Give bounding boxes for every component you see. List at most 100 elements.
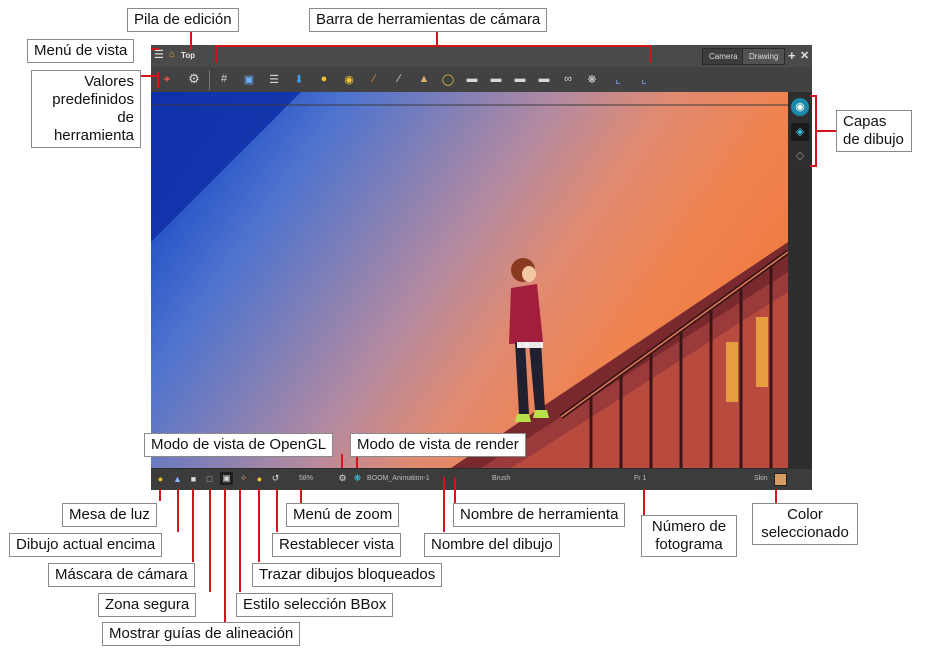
scene-artwork bbox=[151, 92, 788, 468]
leader-line bbox=[151, 48, 159, 50]
view-menu-icon[interactable]: ☰ bbox=[154, 49, 165, 61]
callout-opengl: Modo de vista de OpenGL bbox=[144, 433, 334, 457]
leader-line bbox=[443, 477, 445, 532]
gear-icon[interactable]: ⚙ bbox=[187, 71, 201, 86]
leader-line bbox=[215, 45, 217, 63]
tool-presets-icon[interactable]: ✦ bbox=[160, 72, 174, 86]
onion-icon[interactable]: ◯ bbox=[441, 72, 455, 86]
shape-1-icon[interactable]: ▬ bbox=[465, 72, 479, 86]
leader-line bbox=[300, 489, 302, 503]
callout-pila-edicion: Pila de edición bbox=[127, 8, 239, 32]
leader-line bbox=[224, 489, 226, 622]
field-icon[interactable]: ▣ bbox=[242, 72, 256, 86]
layers-icon[interactable]: ◈ bbox=[791, 123, 809, 141]
home-icon: ⌂ bbox=[169, 49, 176, 60]
drawing-canvas[interactable] bbox=[151, 92, 788, 468]
zoom-menu[interactable]: 58% bbox=[299, 475, 313, 482]
camera-view-window: ☰ ⌂ Top Camera Drawing + ✕ ✦ ⚙ # ▣ ☰ ⬇ ●… bbox=[151, 45, 812, 490]
leader-line bbox=[649, 45, 651, 63]
frame-number: Fr 1 bbox=[634, 475, 647, 482]
drawing-layers-bar: ◉ ◈ ◇ bbox=[788, 92, 812, 468]
ruler-icon[interactable]: ∕ bbox=[367, 72, 381, 86]
camera-mask-icon[interactable]: ■ bbox=[187, 472, 200, 485]
status-bar: ● ▲ ■ □ ▣ ✧ ● ↺ 58% ⚙ ❋ BOOM_Animation-1… bbox=[151, 468, 812, 490]
callout-menu-vista: Menú de vista bbox=[27, 39, 135, 63]
color-name: Skin bbox=[754, 475, 768, 482]
lock-all-icon[interactable]: ◉ bbox=[342, 72, 356, 86]
callout-numero-fotograma: Número de fotograma bbox=[641, 515, 737, 557]
eye-icon[interactable]: ◉ bbox=[791, 98, 809, 116]
corner-b-icon[interactable]: ⌞ bbox=[637, 72, 651, 86]
corner-a-icon[interactable]: ⌞ bbox=[611, 72, 625, 86]
leader-line bbox=[341, 454, 343, 468]
leader-line bbox=[239, 489, 241, 592]
shape-4-icon[interactable]: ▬ bbox=[537, 72, 551, 86]
grid-icon[interactable]: # bbox=[217, 72, 231, 86]
reset-view-icon[interactable]: ↺ bbox=[269, 472, 282, 485]
callout-nombre-herramienta: Nombre de herramienta bbox=[453, 503, 626, 527]
leader-line bbox=[209, 489, 211, 592]
camera-toolbar: ✦ ⚙ # ▣ ☰ ⬇ ● ◉ ∕ ∕ ▲ ◯ ▬ ▬ ▬ ▬ ∞ ❋ ⌞ ⌞ bbox=[151, 67, 812, 92]
safe-area-icon[interactable]: □ bbox=[203, 472, 216, 485]
leader-line bbox=[177, 489, 179, 532]
leader-line bbox=[159, 489, 161, 501]
callout-valores-predefinidos: Valores predefinidos de herramienta bbox=[31, 70, 141, 148]
link-icon[interactable]: ∞ bbox=[561, 72, 575, 86]
callout-dibujo-encima: Dibujo actual encima bbox=[9, 533, 163, 557]
bell-icon[interactable]: ▲ bbox=[417, 72, 431, 86]
leader-line bbox=[157, 72, 159, 88]
current-drawing-on-top-icon[interactable]: ▲ bbox=[171, 472, 184, 485]
callout-restablecer-vista: Restablecer vista bbox=[272, 533, 402, 557]
callout-guias-alineacion: Mostrar guías de alineación bbox=[102, 622, 301, 646]
callout-mascara-camara: Máscara de cámara bbox=[48, 563, 195, 587]
leader-line bbox=[258, 489, 260, 562]
leader-line bbox=[815, 130, 837, 132]
trace-locked-drawings-icon[interactable]: ● bbox=[253, 472, 266, 485]
callout-barra-camara: Barra de herramientas de cámara bbox=[309, 8, 548, 32]
bg-icon[interactable]: ☰ bbox=[267, 72, 281, 86]
leader-line bbox=[810, 95, 817, 97]
callout-color-seleccionado: Color seleccionado bbox=[752, 503, 858, 545]
callout-render: Modo de vista de render bbox=[350, 433, 526, 457]
leader-line bbox=[810, 165, 817, 167]
close-icon[interactable]: ✕ bbox=[800, 49, 809, 62]
alignment-guides-icon[interactable]: ▣ bbox=[220, 472, 233, 485]
underlay-icon[interactable]: ◇ bbox=[792, 148, 808, 164]
shape-3-icon[interactable]: ▬ bbox=[513, 72, 527, 86]
callout-nombre-dibujo: Nombre del dibujo bbox=[424, 533, 560, 557]
shape-2-icon[interactable]: ▬ bbox=[489, 72, 503, 86]
character bbox=[509, 258, 549, 422]
pivot-icon[interactable]: ❋ bbox=[585, 72, 599, 86]
leader-line bbox=[190, 30, 192, 50]
view-title-bar: ☰ ⌂ Top Camera Drawing + ✕ bbox=[151, 45, 812, 68]
line-icon[interactable]: ∕ bbox=[392, 72, 406, 86]
opengl-view-mode-icon[interactable]: ⚙ bbox=[336, 472, 349, 485]
editing-stack-label[interactable]: Top bbox=[181, 51, 195, 60]
callout-estilo-bbox: Estilo selección BBox bbox=[236, 593, 394, 617]
leader-line bbox=[775, 489, 777, 503]
tool-name: Brush bbox=[492, 475, 511, 482]
callout-trazar-bloqueados: Trazar dibujos bloqueados bbox=[252, 563, 443, 587]
leader-line bbox=[192, 489, 194, 562]
callout-mesa-luz: Mesa de luz bbox=[62, 503, 157, 527]
leader-line bbox=[643, 489, 645, 515]
leader-line bbox=[215, 45, 651, 47]
light-table-icon[interactable]: ● bbox=[154, 472, 167, 485]
add-view-icon[interactable]: + bbox=[788, 48, 796, 63]
callout-menu-zoom: Menú de zoom bbox=[286, 503, 400, 527]
leader-line bbox=[140, 75, 158, 77]
import-icon[interactable]: ⬇ bbox=[292, 72, 306, 86]
selected-color-swatch[interactable] bbox=[774, 473, 787, 486]
callout-zona-segura: Zona segura bbox=[98, 593, 197, 617]
toolbar-separator bbox=[209, 70, 210, 90]
leader-line bbox=[436, 31, 438, 45]
render-view-mode-icon[interactable]: ❋ bbox=[351, 472, 364, 485]
tab-drawing[interactable]: Drawing bbox=[742, 48, 786, 65]
callout-capas-dibujo: Capas de dibujo bbox=[836, 110, 912, 152]
bbox-style-icon[interactable]: ✧ bbox=[237, 472, 250, 485]
leader-line bbox=[454, 477, 456, 503]
lock-icon[interactable]: ● bbox=[317, 72, 331, 86]
drawing-name: BOOM_Animation-1 bbox=[367, 475, 430, 482]
leader-line bbox=[276, 489, 278, 532]
tab-camera[interactable]: Camera bbox=[702, 48, 745, 65]
